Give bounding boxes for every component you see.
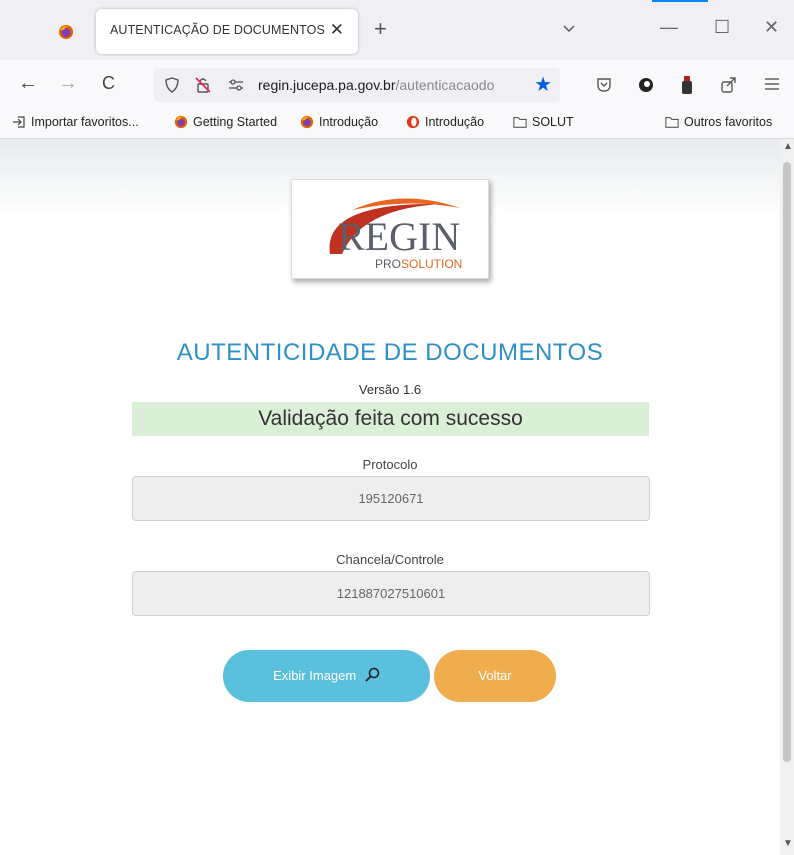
url-path: /autenticacaodo: [395, 77, 495, 93]
firefox-icon: [300, 115, 314, 129]
new-tab-button[interactable]: +: [374, 16, 387, 42]
forward-button[interactable]: →: [58, 72, 78, 95]
folder-icon: [513, 117, 527, 128]
extension-bottle-icon[interactable]: [680, 75, 694, 95]
close-window-button[interactable]: ✕: [764, 17, 779, 38]
hamburger-menu-icon[interactable]: [764, 77, 780, 91]
reload-button[interactable]: C: [102, 73, 115, 94]
pocket-icon[interactable]: [596, 77, 612, 93]
bookmarks-bar: Importar favoritos... Getting Started In…: [0, 108, 794, 139]
success-message: Validação feita com sucesso: [132, 402, 649, 436]
active-tab[interactable]: AUTENTICAÇÃO DE DOCUMENTOS ✕: [96, 9, 358, 54]
bookmark-label: Introdução: [319, 115, 379, 129]
logo-main-text: REGIN: [338, 214, 460, 259]
extension-circle-icon[interactable]: [638, 77, 654, 93]
minimize-button[interactable]: —: [660, 17, 678, 38]
window-accent-line: [652, 0, 708, 2]
logo-sub-pro: PRO: [375, 257, 401, 271]
bookmark-label: Getting Started: [193, 115, 278, 129]
bookmark-label: Importar favoritos...: [31, 115, 139, 129]
firefox-icon: [174, 115, 188, 129]
regin-logo: REGIN PRO SOLUTION: [291, 179, 489, 279]
insecure-lock-icon[interactable]: [194, 76, 212, 94]
tab-title: AUTENTICAÇÃO DE DOCUMENTOS: [110, 23, 325, 37]
folder-icon: [665, 117, 679, 128]
maximize-button[interactable]: ☐: [714, 17, 730, 38]
back-button[interactable]: ←: [18, 72, 38, 95]
tab-bar: AUTENTICAÇÃO DE DOCUMENTOS ✕ + — ☐ ✕: [0, 0, 794, 60]
bookmark-label: Introdução: [425, 115, 485, 129]
bookmark-label: SOLUT: [532, 115, 574, 129]
bookmark-introducao-2[interactable]: Introdução: [406, 115, 484, 129]
shield-icon[interactable]: [164, 77, 180, 93]
page-content: REGIN PRO SOLUTION AUTENTICIDADE DE DOCU…: [0, 139, 780, 855]
opera-icon: [406, 115, 420, 129]
scrollbar-thumb[interactable]: [783, 162, 791, 762]
scroll-up-icon[interactable]: ▲: [783, 141, 793, 152]
logo-sub-solution: SOLUTION: [401, 257, 462, 271]
url-bar[interactable]: regin.jucepa.pa.gov.br/autenticacaodo ★: [154, 68, 560, 102]
bookmark-star-icon[interactable]: ★: [534, 72, 552, 97]
logo-graphic: REGIN PRO SOLUTION: [329, 198, 462, 271]
view-image-button[interactable]: Exibir Imagem: [223, 650, 430, 702]
protocolo-field[interactable]: 195120671: [132, 476, 650, 521]
bookmark-label: Outros favoritos: [684, 115, 773, 129]
page-title: AUTENTICIDADE DE DOCUMENTOS: [176, 339, 604, 366]
share-icon[interactable]: [720, 75, 738, 93]
bookmark-solut[interactable]: SOLUT: [513, 115, 574, 129]
protocolo-label: Protocolo: [362, 457, 418, 472]
permissions-icon[interactable]: [228, 78, 244, 92]
bookmark-other-favorites[interactable]: Outros favoritos: [665, 115, 772, 129]
search-icon: [365, 667, 380, 682]
back-button[interactable]: Voltar: [434, 650, 556, 702]
chancela-field[interactable]: 121887027510601: [132, 571, 650, 616]
firefox-icon[interactable]: [58, 24, 74, 40]
bookmark-import[interactable]: Importar favoritos...: [12, 115, 139, 129]
bookmark-getting-started[interactable]: Getting Started: [174, 115, 277, 129]
chancela-label: Chancela/Controle: [336, 552, 444, 567]
scroll-down-icon[interactable]: ▼: [783, 838, 793, 849]
chevron-down-icon[interactable]: [562, 22, 576, 36]
view-image-label: Exibir Imagem: [273, 668, 357, 683]
url-text[interactable]: regin.jucepa.pa.gov.br/autenticacaodo: [258, 77, 528, 93]
bookmark-introducao-1[interactable]: Introdução: [300, 115, 378, 129]
version-text: Versão 1.6: [358, 382, 422, 397]
nav-toolbar: ← → C regin.jucepa.pa.gov.br/autenticaca…: [0, 60, 794, 108]
import-icon: [13, 116, 25, 128]
tab-close-icon[interactable]: ✕: [330, 20, 344, 40]
url-host: regin.jucepa.pa.gov.br: [258, 77, 396, 93]
